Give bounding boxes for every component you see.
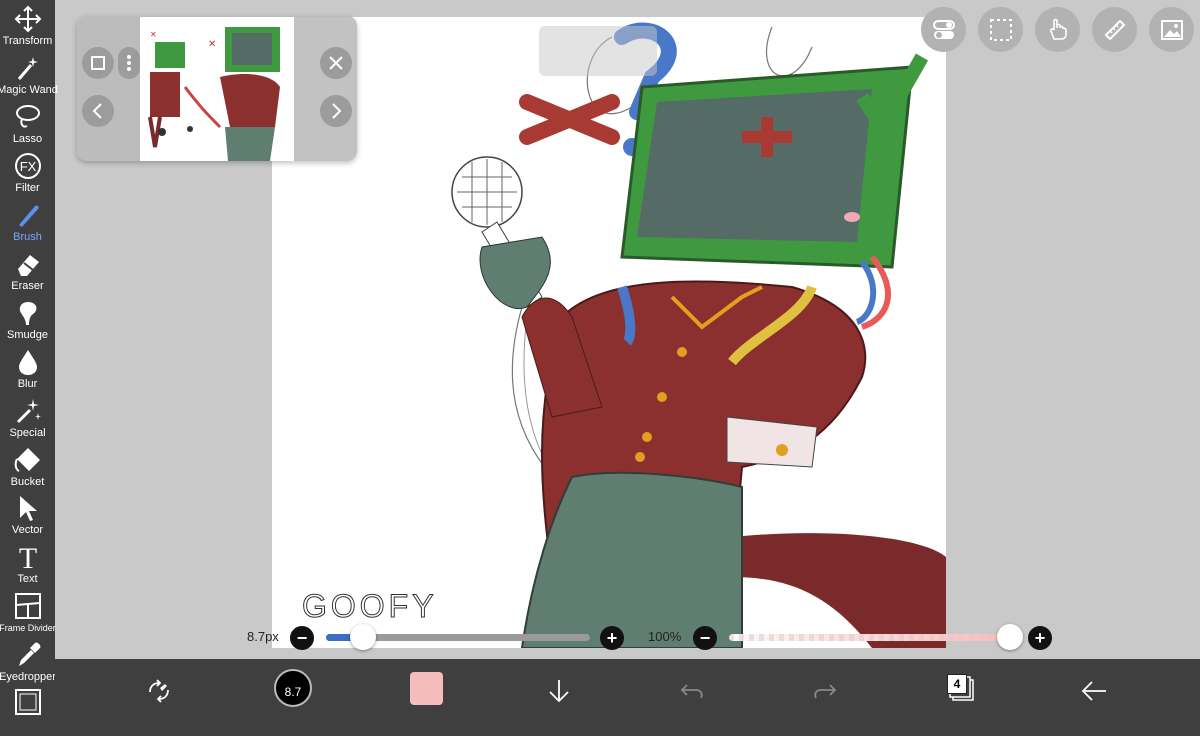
tool-transform[interactable]: Transform [0, 0, 55, 48]
tool-blur[interactable]: Blur [0, 343, 55, 391]
navigator-frame-button[interactable] [82, 47, 114, 79]
handwriting-text: GOOFY [302, 588, 438, 624]
bottom-toolbar: 8.7 4 [55, 659, 1200, 736]
hand-touch-icon [1049, 18, 1067, 40]
tool-label: Bucket [10, 476, 45, 488]
brush-size-button[interactable]: 8.7 [274, 669, 312, 707]
chevron-left-icon [92, 103, 102, 119]
navigator-panel[interactable]: ✕ ✕ [77, 16, 357, 161]
tool-eraser[interactable]: Eraser [0, 245, 55, 293]
lasso-icon [15, 105, 40, 128]
more-vertical-icon [127, 55, 131, 71]
tool-label: Frame Divider [0, 623, 56, 633]
tool-frame-divider[interactable]: Frame Divider [0, 587, 56, 635]
drawing-canvas[interactable]: GOOFY [272, 17, 946, 648]
dashed-selection-icon [989, 18, 1012, 41]
tool-label: Transform [2, 35, 53, 47]
image-icon [1160, 19, 1183, 40]
tool-canvas[interactable] [0, 683, 55, 731]
ruler-icon [1104, 19, 1125, 40]
hand-tool-button[interactable] [1035, 7, 1080, 52]
navigator-next-button[interactable] [320, 95, 352, 127]
brush-size-knob[interactable] [350, 624, 376, 650]
layer-count-badge: 4 [947, 674, 967, 694]
brush-size-decrease-button[interactable]: − [290, 626, 314, 650]
square-icon [91, 56, 105, 70]
layers-button[interactable]: 4 [945, 672, 975, 704]
frame-divider-icon [14, 593, 41, 619]
arrow-down-icon [549, 680, 569, 703]
tool-label: Brush [13, 231, 42, 243]
opacity-decrease-button[interactable]: − [693, 626, 717, 650]
tool-text[interactable]: T Text [0, 538, 55, 586]
tool-smudge[interactable]: Smudge [0, 294, 55, 342]
toggle-settings-button[interactable] [921, 7, 966, 52]
smudge-icon [19, 302, 36, 325]
bucket-icon [14, 448, 40, 472]
tool-label: Magic Wand [0, 84, 58, 96]
swap-brush-eraser-button[interactable] [139, 671, 179, 711]
tool-label: Vector [11, 524, 44, 536]
selection-button[interactable] [978, 7, 1023, 52]
brush-icon [18, 205, 39, 227]
fx-icon: FX [14, 153, 41, 179]
tool-lasso[interactable]: Lasso [0, 98, 55, 146]
tool-filter[interactable]: FX Filter [0, 147, 55, 195]
magic-wand-icon [17, 57, 38, 80]
tool-eyedropper[interactable]: Eyedropper [0, 636, 56, 684]
tool-label: Special [9, 427, 46, 439]
top-ghost-panel [539, 26, 657, 76]
tool-label: Smudge [7, 329, 48, 341]
navigator-menu-button[interactable] [118, 47, 140, 79]
undo-icon [680, 684, 703, 699]
svg-text:✕: ✕ [150, 30, 157, 39]
droplet-icon [18, 350, 37, 375]
tool-brush[interactable]: Brush [0, 196, 55, 244]
move-arrows-icon [14, 5, 41, 33]
tool-sidebar: Transform Magic Wand Lasso FX Filter Brush Era… [0, 0, 58, 736]
text-glyph: T [18, 542, 36, 572]
canvas-frame-icon [14, 689, 41, 715]
navigator-thumbnail[interactable]: ✕ ✕ [140, 17, 294, 161]
toggle-switches-icon [932, 19, 955, 39]
tool-label: Eyedropper [0, 671, 56, 683]
tool-label: Text [17, 573, 38, 585]
ruler-button[interactable] [1092, 7, 1137, 52]
sparkle-icon [16, 399, 41, 424]
tool-label: Blur [17, 378, 38, 390]
opacity-knob[interactable] [997, 624, 1023, 650]
tool-label: Filter [15, 182, 40, 194]
redo-icon [814, 684, 837, 699]
import-image-button[interactable] [1149, 7, 1194, 52]
brush-size-increase-button[interactable]: + [600, 626, 624, 650]
fx-glyph: FX [19, 159, 36, 174]
download-button[interactable] [539, 671, 579, 711]
eyedropper-icon [18, 642, 40, 666]
tool-vector[interactable]: Vector [0, 489, 55, 537]
opacity-slider[interactable] [729, 634, 1019, 641]
svg-text:✕: ✕ [208, 39, 216, 50]
opacity-increase-button[interactable]: + [1028, 626, 1052, 650]
tool-special[interactable]: Special [0, 392, 55, 440]
redo-button[interactable] [805, 671, 845, 711]
navigator-prev-button[interactable] [82, 95, 114, 127]
tool-bucket[interactable]: Bucket [0, 441, 55, 489]
chevron-right-icon [332, 103, 342, 119]
artwork-illustration: GOOFY [302, 22, 946, 648]
swap-brush-eraser-icon [149, 679, 169, 703]
tool-label: Eraser [11, 280, 44, 292]
undo-button[interactable] [672, 671, 712, 711]
back-button[interactable] [1074, 671, 1114, 711]
text-t-icon: T [18, 542, 36, 572]
opacity-label: 100% [648, 629, 682, 644]
color-picker-swatch[interactable] [410, 672, 443, 705]
arrow-left-icon [1081, 681, 1106, 701]
eraser-icon [17, 255, 39, 276]
brush-size-label: 8.7px [247, 629, 279, 644]
close-icon [329, 56, 343, 70]
tool-label: Lasso [12, 133, 43, 145]
navigator-close-button[interactable] [320, 47, 352, 79]
tool-magic-wand[interactable]: Magic Wand [0, 49, 58, 97]
cursor-arrow-icon [19, 496, 37, 521]
